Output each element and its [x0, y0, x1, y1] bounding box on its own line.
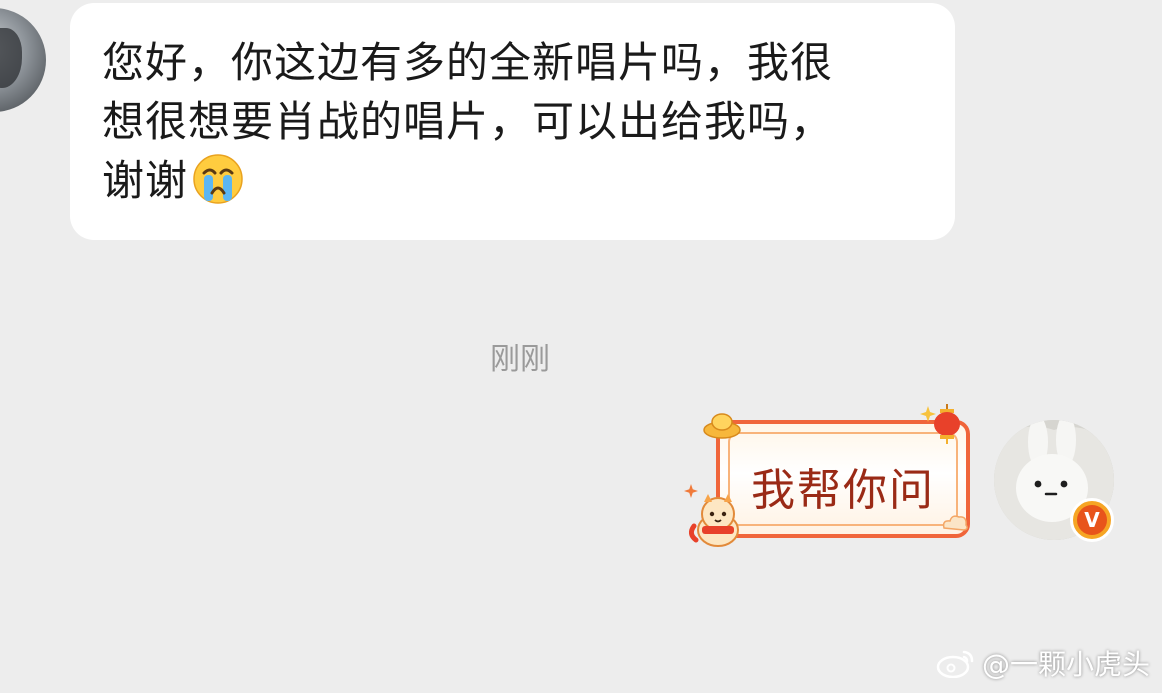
message-line: 您好，你这边有多的全新唱片吗，我很 — [102, 38, 834, 87]
gold-ingot-icon — [703, 413, 741, 439]
watermark: @一颗小虎头 — [936, 643, 1150, 683]
message-line: 想很想要肖战的唱片，可以出给我吗， — [102, 97, 834, 146]
verified-badge: V — [1070, 498, 1114, 542]
avatar-figure — [0, 28, 22, 88]
outgoing-message-text: 我帮你问 — [751, 465, 935, 516]
verified-v-icon: V — [1077, 505, 1107, 535]
message-line: 谢谢 — [102, 151, 932, 210]
message-timestamp: 刚刚 — [490, 342, 550, 377]
sender-avatar[interactable] — [0, 8, 46, 112]
cloud-icon — [942, 515, 968, 531]
sparkle-icon — [920, 406, 936, 422]
incoming-message-text: 您好，你这边有多的全新唱片吗，我很 想很想要肖战的唱片，可以出给我吗， 谢谢 — [102, 33, 932, 210]
weibo-logo-icon — [936, 650, 974, 678]
watermark-text: @一颗小虎头 — [981, 648, 1150, 681]
tiger-mascot-icon — [688, 494, 739, 547]
incoming-message-bubble[interactable]: 您好，你这边有多的全新唱片吗，我很 想很想要肖战的唱片，可以出给我吗， 谢谢 — [70, 3, 955, 240]
loudly-crying-face-icon — [193, 154, 243, 204]
message-line-text: 谢谢 — [102, 156, 189, 205]
